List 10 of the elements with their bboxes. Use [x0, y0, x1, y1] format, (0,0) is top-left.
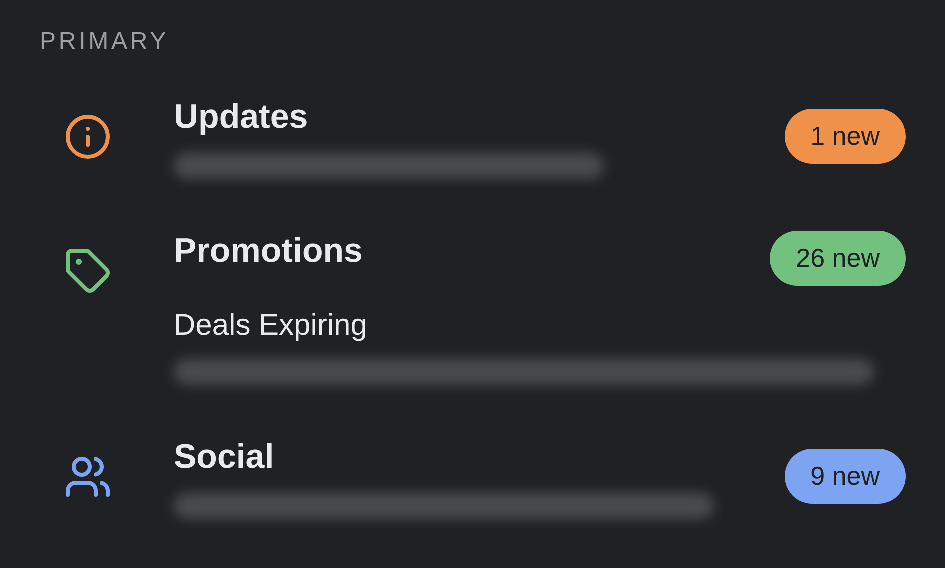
- info-icon: [64, 113, 112, 161]
- category-title: Updates: [174, 97, 308, 138]
- tag-icon: [64, 247, 112, 295]
- section-heading: PRIMARY: [40, 27, 170, 57]
- new-count-badge: 26 new: [770, 231, 906, 286]
- category-subtitle: Deals Expiring: [174, 308, 368, 344]
- category-title: Social: [174, 437, 274, 478]
- category-title: Promotions: [174, 231, 363, 272]
- new-count-badge: 1 new: [784, 109, 906, 164]
- new-count-badge: 9 new: [784, 449, 906, 504]
